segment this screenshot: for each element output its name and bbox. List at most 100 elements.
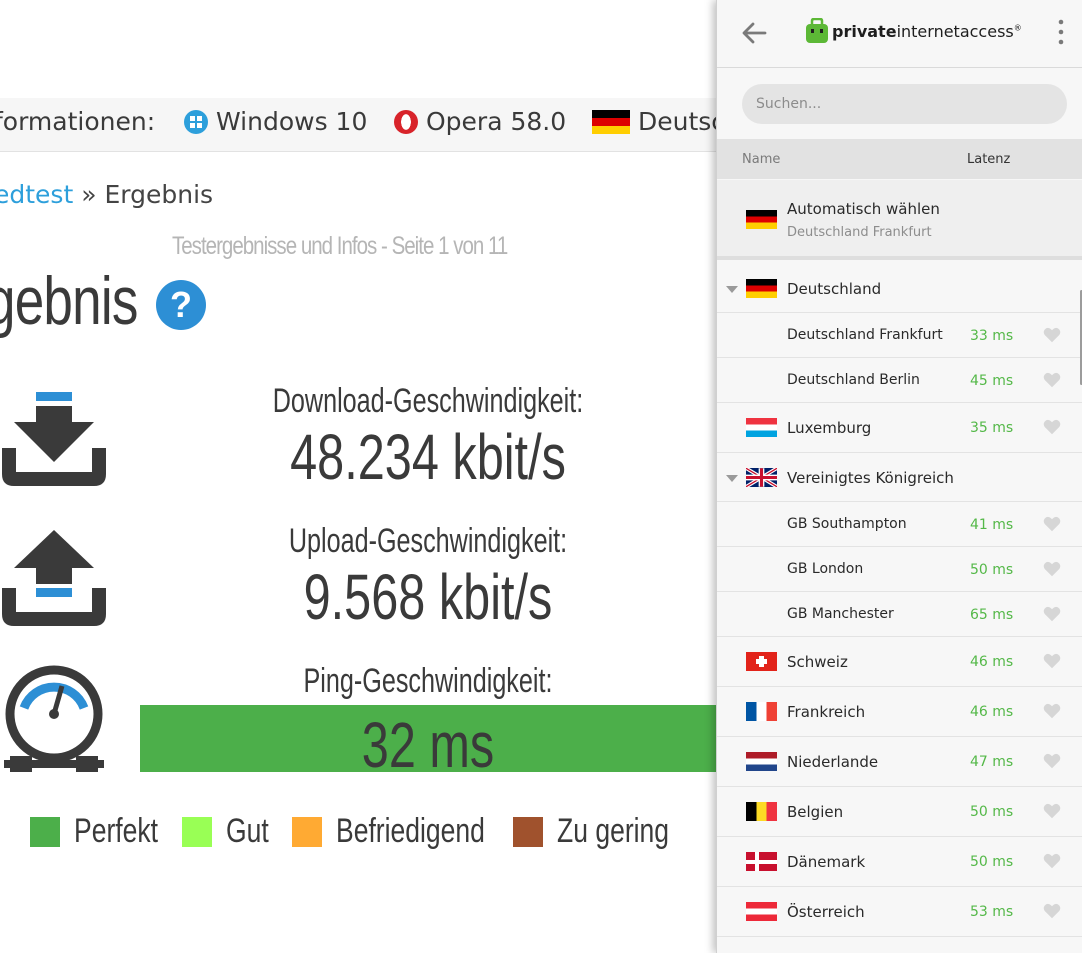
region-name: Vereinigtes Königreich xyxy=(787,469,954,487)
pia-header: privateinternetaccess® xyxy=(717,0,1082,68)
region-row[interactable]: GB London 50 ms xyxy=(717,547,1082,592)
ping-label: Ping-Geschwindigkeit: xyxy=(303,662,553,700)
legend-perfekt: Perfekt xyxy=(30,812,182,851)
favorite-heart-icon[interactable] xyxy=(1043,803,1061,819)
region-group-row[interactable]: Vereinigtes Königreich xyxy=(717,453,1082,502)
logo-registered: ® xyxy=(1013,23,1022,33)
region-row[interactable]: Niederlande 47 ms xyxy=(717,737,1082,787)
browser-text: Opera 58.0 xyxy=(426,107,567,136)
region-row[interactable]: Deutschland Berlin 45 ms xyxy=(717,358,1082,403)
column-latency[interactable]: Latenz xyxy=(967,152,1010,167)
logo-regular: internetaccess xyxy=(896,21,1014,41)
legend-zu-gering: Zu gering xyxy=(513,812,701,851)
region-latency: 65 ms xyxy=(970,607,1014,623)
region-row[interactable]: Deutschland Frankfurt 33 ms xyxy=(717,313,1082,358)
pia-logo-text: privateinternetaccess® xyxy=(832,22,1022,41)
pia-logo: privateinternetaccess® xyxy=(805,18,1022,44)
legend-label: Perfekt xyxy=(74,812,159,850)
region-name: Frankreich xyxy=(787,703,866,721)
legend-swatch xyxy=(182,816,212,847)
upload-value: 9.568 kbit/s xyxy=(303,561,553,633)
favorite-heart-icon[interactable] xyxy=(1043,903,1061,919)
region-latency: 46 ms xyxy=(970,654,1014,670)
favorite-heart-icon[interactable] xyxy=(1043,606,1061,622)
region-row[interactable]: Österreich 53 ms xyxy=(717,887,1082,937)
region-name: Deutschland Frankfurt xyxy=(787,327,943,343)
breadcrumb-current: Ergebnis xyxy=(104,180,214,209)
upload-icon xyxy=(2,530,106,626)
belgium-flag-icon xyxy=(746,802,777,821)
download-value: 48.234 kbit/s xyxy=(290,421,566,493)
opera-icon xyxy=(394,109,418,134)
germany-flag-icon xyxy=(746,210,777,229)
legend-swatch xyxy=(30,816,60,847)
favorite-heart-icon[interactable] xyxy=(1043,753,1061,769)
luxembourg-flag-icon xyxy=(746,418,777,437)
region-row[interactable]: Frankreich 46 ms xyxy=(717,687,1082,737)
favorite-heart-icon[interactable] xyxy=(1043,561,1061,577)
favorite-heart-icon[interactable] xyxy=(1043,419,1061,435)
help-icon[interactable]: ? xyxy=(156,280,206,330)
legend-label: Gut xyxy=(226,812,269,850)
region-row[interactable]: Luxemburg 35 ms xyxy=(717,403,1082,453)
country-text: Deutsc xyxy=(638,107,726,136)
country-info: Deutsc xyxy=(592,107,725,136)
breadcrumb-link[interactable]: edtest xyxy=(0,180,73,209)
denmark-flag-icon xyxy=(746,852,777,871)
os-text: Windows 10 xyxy=(216,107,368,136)
region-latency: 35 ms xyxy=(970,420,1014,436)
upload-label: Upload-Geschwindigkeit: xyxy=(288,522,568,560)
region-name: Österreich xyxy=(787,903,865,921)
download-label: Download-Geschwindigkeit: xyxy=(272,382,584,420)
region-name: GB London xyxy=(787,561,864,577)
expand-caret-icon[interactable] xyxy=(726,286,738,293)
region-latency: 47 ms xyxy=(970,754,1014,770)
back-arrow-icon[interactable] xyxy=(739,18,769,48)
france-flag-icon xyxy=(746,702,777,721)
breadcrumb-separator: » xyxy=(81,180,97,209)
region-latency: 50 ms xyxy=(970,804,1014,820)
legend-label: Zu gering xyxy=(557,812,670,850)
column-name[interactable]: Name xyxy=(742,152,780,167)
region-name: GB Southampton xyxy=(787,516,907,532)
region-name: Belgien xyxy=(787,803,844,821)
austria-flag-icon xyxy=(746,902,777,921)
auto-select-row[interactable]: Automatisch wählen Deutschland Frankfurt xyxy=(717,180,1082,260)
breadcrumb: edtest » Ergebnis xyxy=(0,180,213,209)
favorite-heart-icon[interactable] xyxy=(1043,853,1061,869)
favorite-heart-icon[interactable] xyxy=(1043,703,1061,719)
legend-gut: Gut xyxy=(182,812,281,851)
kebab-menu-icon[interactable] xyxy=(1053,17,1069,47)
os-info: Windows 10 xyxy=(184,107,367,136)
region-row[interactable]: Belgien 50 ms xyxy=(717,787,1082,837)
region-latency: 50 ms xyxy=(970,562,1014,578)
favorite-heart-icon[interactable] xyxy=(1043,372,1061,388)
region-row[interactable]: GB Manchester 65 ms xyxy=(717,592,1082,637)
favorite-heart-icon[interactable] xyxy=(1043,653,1061,669)
uk-flag-icon xyxy=(746,468,777,487)
expand-caret-icon[interactable] xyxy=(726,475,738,482)
region-name: Dänemark xyxy=(787,853,866,871)
region-row[interactable]: Schweiz 46 ms xyxy=(717,637,1082,687)
auto-select-title: Automatisch wählen xyxy=(787,200,940,218)
region-name: Schweiz xyxy=(787,653,848,671)
speedometer-icon xyxy=(4,665,104,772)
pia-robot-icon xyxy=(806,18,828,43)
region-name: Deutschland xyxy=(787,280,882,298)
germany-flag-icon xyxy=(592,109,630,134)
info-label: formationen: xyxy=(0,107,155,136)
legend-swatch xyxy=(513,816,543,847)
info-label-text: formationen: xyxy=(0,107,156,136)
search-input[interactable] xyxy=(742,84,1067,124)
favorite-heart-icon[interactable] xyxy=(1043,516,1061,532)
favorite-heart-icon[interactable] xyxy=(1043,327,1061,343)
region-group-row[interactable]: Deutschland xyxy=(717,264,1082,313)
region-row[interactable]: GB Southampton 41 ms xyxy=(717,502,1082,547)
ping-value: 32 ms xyxy=(361,709,495,781)
pia-region-panel: privateinternetaccess® Name Latenz Autom… xyxy=(716,0,1082,953)
page-subtitle: Testergebnisse und Infos - Seite 1 von 1… xyxy=(172,232,508,260)
region-latency: 53 ms xyxy=(970,904,1014,920)
logo-bold: private xyxy=(832,21,897,41)
download-icon xyxy=(2,392,106,486)
region-row[interactable]: Dänemark 50 ms xyxy=(717,837,1082,887)
